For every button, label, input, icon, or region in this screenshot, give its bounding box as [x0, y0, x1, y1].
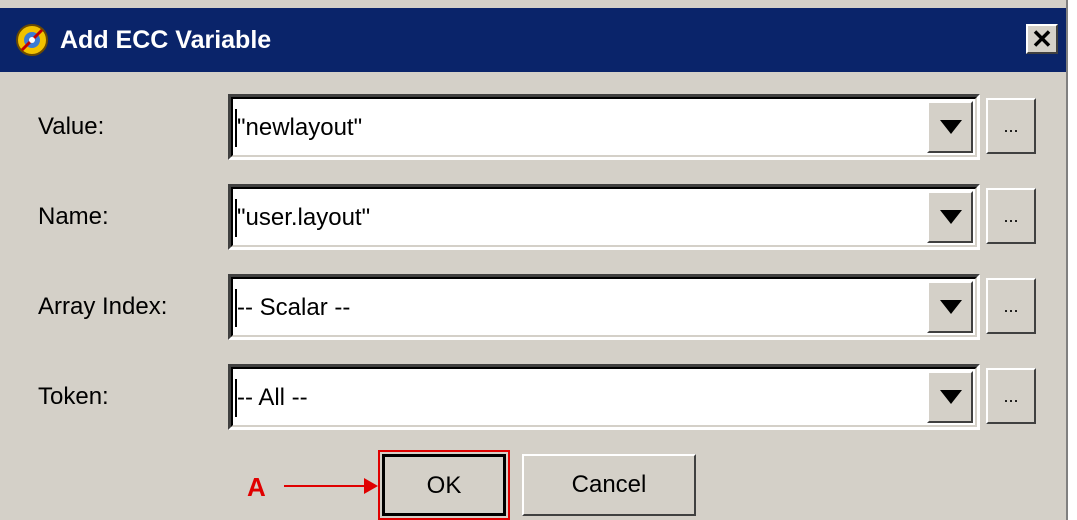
array-index-dropdown-button[interactable]	[927, 281, 973, 333]
close-icon: ✕	[1031, 24, 1053, 54]
ok-highlight: OK	[378, 450, 510, 520]
name-combobox[interactable]: "user.layout"	[228, 184, 980, 250]
value-browse-button[interactable]: ...	[986, 98, 1036, 154]
triangle-down-icon	[940, 300, 962, 314]
value-combobox[interactable]: "newlayout"	[228, 94, 980, 160]
array-index-row: Array Index: -- Scalar -- ...	[0, 274, 1068, 340]
token-combobox[interactable]: -- All --	[228, 364, 980, 430]
cancel-button[interactable]: Cancel	[522, 454, 696, 516]
name-field-value: "user.layout"	[237, 204, 371, 231]
close-button[interactable]: ✕	[1026, 24, 1058, 54]
title-bar: Add ECC Variable ✕	[0, 8, 1066, 72]
array-index-label: Array Index:	[38, 293, 168, 320]
name-label: Name:	[38, 203, 109, 230]
value-row: Value: "newlayout" ...	[0, 94, 1068, 160]
array-index-combobox[interactable]: -- Scalar --	[228, 274, 980, 340]
value-label: Value:	[38, 113, 105, 140]
value-field-value: "newlayout"	[237, 114, 363, 141]
token-row: Token: -- All -- ...	[0, 364, 1068, 430]
token-browse-button[interactable]: ...	[986, 368, 1036, 424]
name-browse-button[interactable]: ...	[986, 188, 1036, 244]
token-label: Token:	[38, 383, 109, 410]
name-dropdown-button[interactable]	[927, 191, 973, 243]
ecc-app-icon	[16, 24, 48, 56]
array-index-browse-button[interactable]: ...	[986, 278, 1036, 334]
triangle-down-icon	[940, 210, 962, 224]
add-ecc-variable-dialog: Add ECC Variable ✕ Value: "newlayout" ..…	[0, 0, 1068, 520]
triangle-down-icon	[940, 390, 962, 404]
value-dropdown-button[interactable]	[927, 101, 973, 153]
triangle-down-icon	[940, 120, 962, 134]
annotation-label: A	[247, 472, 266, 502]
annotation-arrow-icon	[284, 478, 378, 494]
window-title: Add ECC Variable	[60, 26, 272, 54]
token-dropdown-button[interactable]	[927, 371, 973, 423]
array-index-field-value: -- Scalar --	[237, 294, 351, 321]
ok-button[interactable]: OK	[382, 454, 506, 516]
token-field-value: -- All --	[237, 384, 308, 411]
name-row: Name: "user.layout" ...	[0, 184, 1068, 250]
